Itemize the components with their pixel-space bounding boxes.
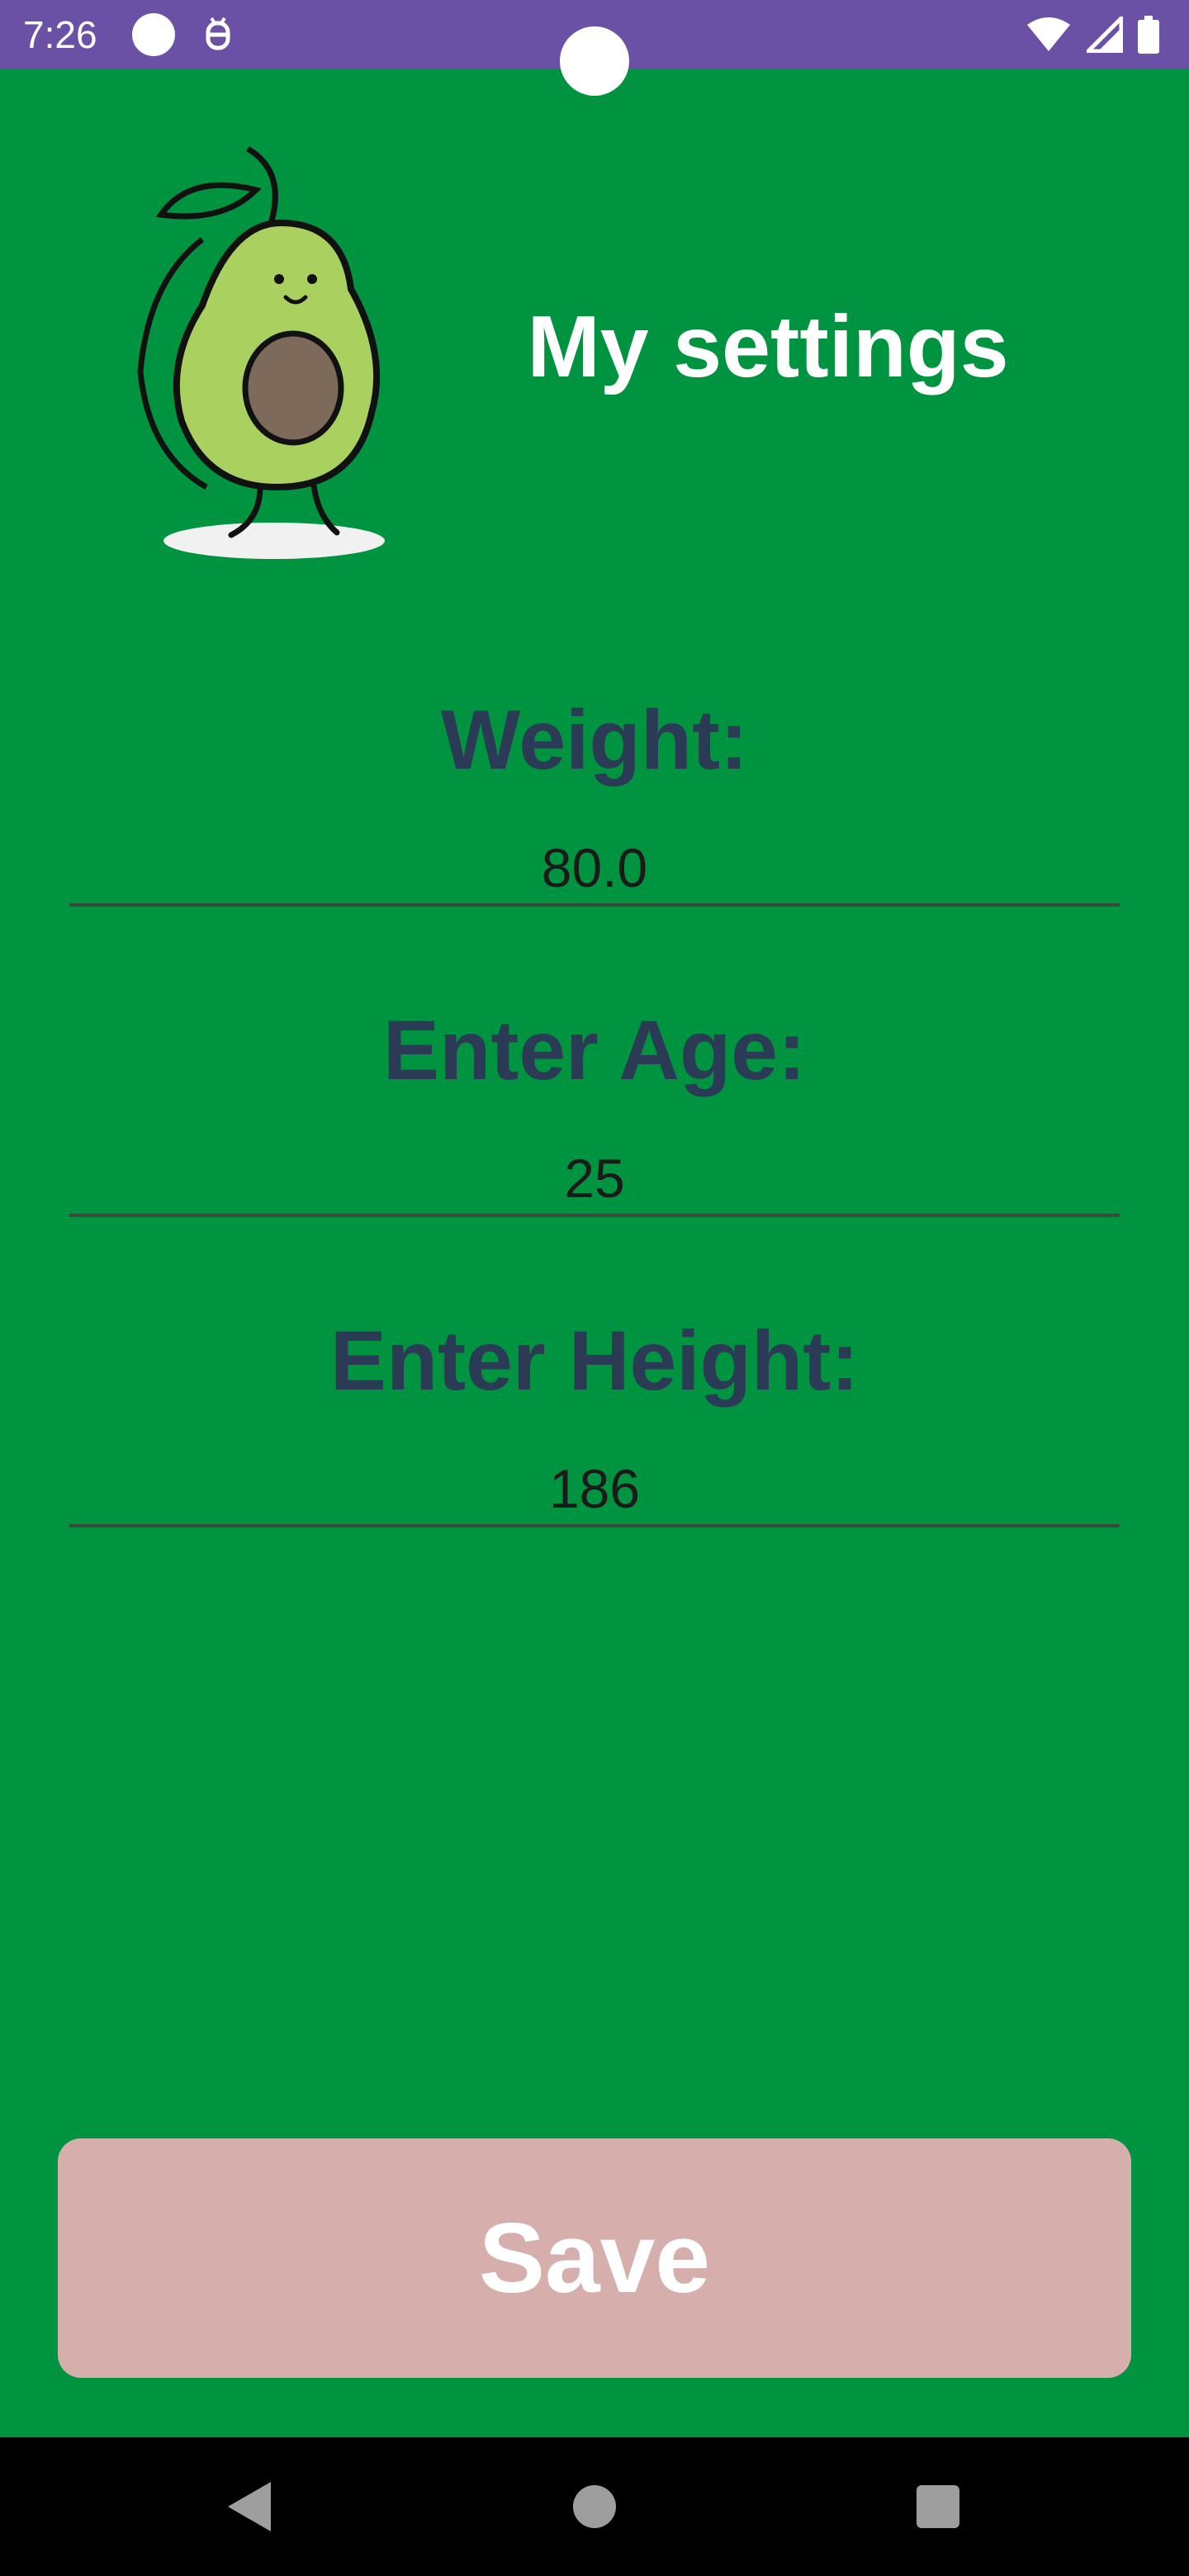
wifi-icon — [1027, 17, 1070, 51]
status-time: 7:26 — [23, 13, 97, 56]
age-label: Enter Age: — [383, 1003, 806, 1097]
usb-debug-icon — [206, 17, 230, 50]
page-title: My settings — [527, 298, 1009, 395]
avocado-icon — [137, 145, 385, 559]
height-field[interactable] — [69, 1453, 1120, 1527]
back-icon[interactable] — [225, 2479, 274, 2535]
age-field[interactable] — [69, 1143, 1120, 1217]
save-button[interactable]: Save — [58, 2138, 1131, 2378]
weight-label: Weight: — [440, 693, 749, 787]
navigation-bar — [0, 2437, 1189, 2576]
camera-cutout — [560, 26, 629, 96]
battery-icon — [1138, 16, 1159, 54]
signal-icon — [1087, 17, 1123, 53]
status-icons — [1026, 15, 1159, 54]
circle-icon — [132, 13, 175, 56]
recents-icon[interactable] — [917, 2485, 959, 2528]
height-label: Enter Height: — [329, 1314, 860, 1408]
home-icon[interactable] — [573, 2485, 616, 2528]
weight-field[interactable] — [69, 832, 1120, 907]
